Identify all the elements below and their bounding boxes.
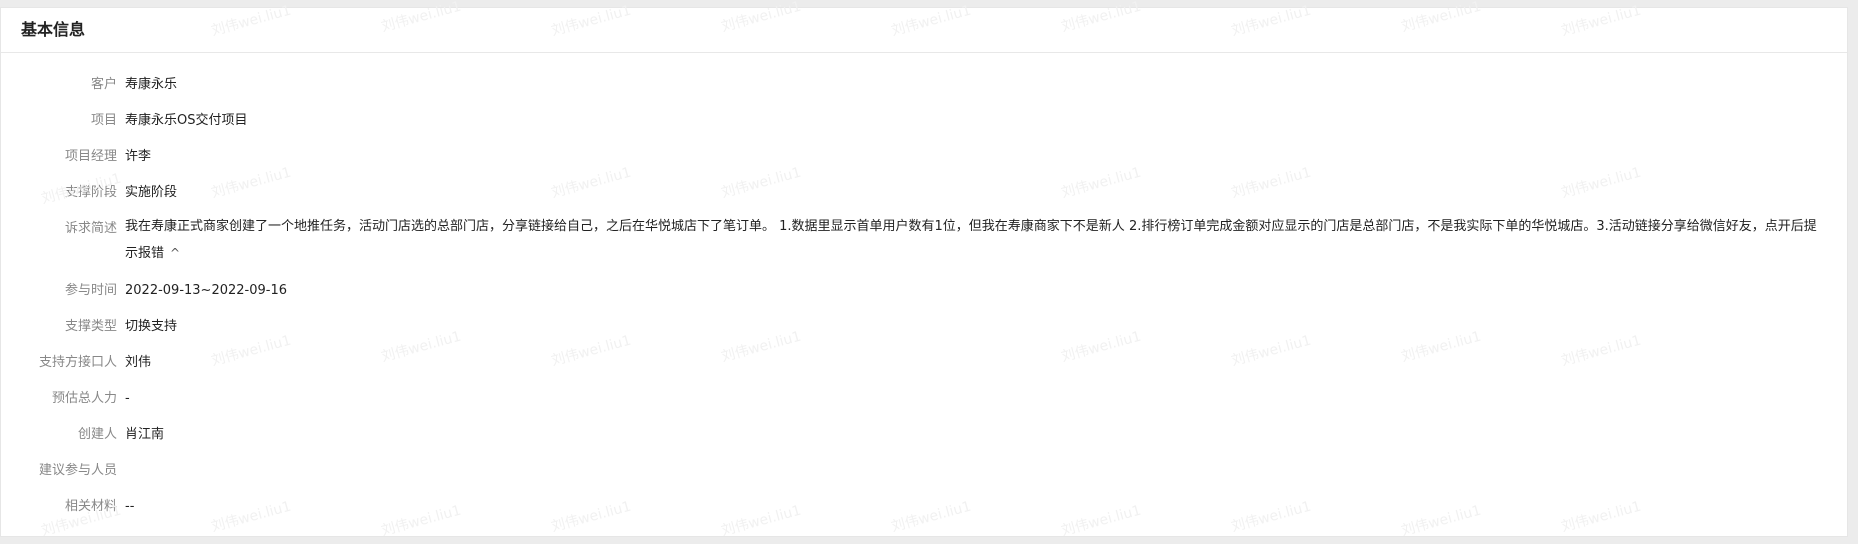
field-label: 支持方接口人 xyxy=(38,355,117,370)
field-label: 项目 xyxy=(90,113,117,128)
field-label: 支撑类型 xyxy=(64,319,117,334)
field-label: 相关材料 xyxy=(64,499,117,514)
field-list: 客户 寿康永乐 项目 寿康永乐OS交付项目 项目经理 许李 支撑阶段 实施阶段 … xyxy=(1,53,1847,525)
field-row-project: 项目 寿康永乐OS交付项目 xyxy=(1,103,1847,139)
field-label: 创建人 xyxy=(77,427,117,442)
collapse-toggle-icon[interactable]: ^ xyxy=(170,240,180,267)
field-label: 预估总人力 xyxy=(51,391,117,406)
field-row-creator: 创建人 肖江南 xyxy=(1,417,1847,453)
field-value: 寿康永乐 xyxy=(125,77,178,92)
field-row-support-contact: 支持方接口人 刘伟 xyxy=(1,345,1847,381)
card-title: 基本信息 xyxy=(1,8,1847,53)
field-row-project-manager: 项目经理 许李 xyxy=(1,139,1847,175)
summary-text: 我在寿康正式商家创建了一个地推任务，活动门店选的总部门店，分享链接给自己，之后在… xyxy=(125,219,1817,261)
field-value: 肖江南 xyxy=(125,427,165,442)
page-scroll-gutter xyxy=(1848,7,1858,537)
field-value: 实施阶段 xyxy=(125,185,178,200)
basic-info-card: 基本信息 客户 寿康永乐 项目 寿康永乐OS交付项目 项目经理 许李 支撑阶段 … xyxy=(0,7,1848,537)
field-value: -- xyxy=(125,499,135,514)
field-label: 项目经理 xyxy=(64,149,117,164)
field-label: 参与时间 xyxy=(64,283,117,298)
field-row-support-type: 支撑类型 切换支持 xyxy=(1,309,1847,345)
field-row-suggested-participants: 建议参与人员 xyxy=(1,453,1847,489)
field-value-summary: 我在寿康正式商家创建了一个地推任务，活动门店选的总部门店，分享链接给自己，之后在… xyxy=(125,211,1847,267)
field-row-materials: 相关材料 -- xyxy=(1,489,1847,525)
field-label: 建议参与人员 xyxy=(38,463,117,478)
field-row-request-summary: 诉求简述 我在寿康正式商家创建了一个地推任务，活动门店选的总部门店，分享链接给自… xyxy=(1,211,1847,273)
field-row-estimated-manpower: 预估总人力 - xyxy=(1,381,1847,417)
field-value xyxy=(125,453,1847,461)
field-label: 客户 xyxy=(90,77,117,92)
field-row-participation-time: 参与时间 2022-09-13~2022-09-16 xyxy=(1,273,1847,309)
field-label: 诉求简述 xyxy=(64,221,117,236)
field-value: 许李 xyxy=(125,149,152,164)
field-row-support-stage: 支撑阶段 实施阶段 xyxy=(1,175,1847,211)
field-value: 刘伟 xyxy=(125,355,152,370)
field-row-customer: 客户 寿康永乐 xyxy=(1,67,1847,103)
field-value: 2022-09-13~2022-09-16 xyxy=(125,283,287,298)
field-value: - xyxy=(125,391,130,406)
field-value: 切换支持 xyxy=(125,319,178,334)
field-value: 寿康永乐OS交付项目 xyxy=(125,113,248,128)
field-label: 支撑阶段 xyxy=(64,185,117,200)
